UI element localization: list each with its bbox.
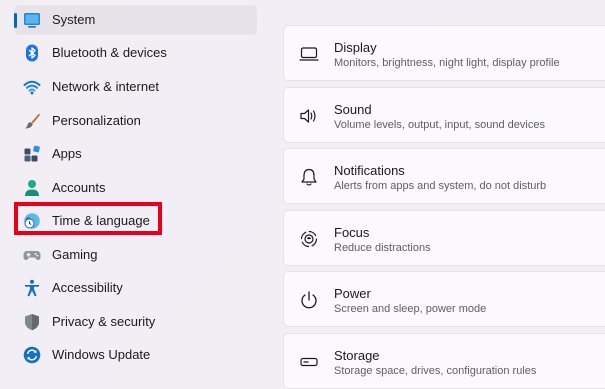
card-description: Storage space, drives, configuration rul… — [334, 365, 537, 377]
card-title: Storage — [334, 348, 380, 363]
settings-card-storage[interactable]: Storage Storage space, drives, configura… — [283, 333, 605, 389]
selection-indicator — [14, 13, 17, 28]
sidebar-item-label: Bluetooth & devices — [52, 45, 167, 60]
sidebar-item-network-internet[interactable]: Network & internet — [14, 72, 257, 102]
bell-icon — [301, 168, 317, 186]
sidebar-item-gaming[interactable]: Gaming — [14, 240, 257, 270]
brush-icon — [25, 113, 40, 129]
sidebar-item-label: Accounts — [52, 180, 106, 195]
highlight-box — [14, 202, 162, 235]
accessibility-icon — [25, 279, 39, 297]
card-description: Volume levels, output, input, sound devi… — [334, 119, 545, 131]
storage-icon — [300, 357, 318, 367]
sidebar-item-label: Network & internet — [52, 79, 159, 94]
focus-icon — [300, 230, 318, 248]
sidebar-item-label: Gaming — [52, 247, 98, 262]
sidebar-item-accounts[interactable]: Accounts — [14, 173, 257, 203]
settings-card-notifications[interactable]: Notifications Alerts from apps and syste… — [283, 148, 605, 204]
sidebar-item-bluetooth-devices[interactable]: Bluetooth & devices — [14, 38, 257, 68]
card-title: Display — [334, 40, 377, 55]
sidebar-item-label: Windows Update — [52, 347, 151, 362]
power-icon — [301, 291, 317, 309]
sidebar-nav: System Bluetooth & devices Network & int… — [0, 0, 270, 389]
card-title: Power — [334, 286, 371, 301]
card-description: Monitors, brightness, night light, displ… — [334, 57, 560, 69]
card-title: Notifications — [334, 163, 405, 178]
card-description: Screen and sleep, power mode — [334, 303, 487, 315]
card-description: Alerts from apps and system, do not dist… — [334, 180, 547, 192]
display-icon — [299, 47, 319, 61]
apps-icon — [24, 145, 40, 162]
sidebar-item-personalization[interactable]: Personalization — [14, 106, 257, 136]
sync-icon — [23, 346, 41, 364]
sidebar-item-label: Personalization — [52, 113, 141, 128]
card-description: Reduce distractions — [334, 242, 431, 254]
gamepad-icon — [23, 251, 41, 260]
sidebar-item-label: Apps — [52, 146, 82, 161]
sidebar-item-label: Privacy & security — [52, 314, 156, 329]
shield-icon — [25, 314, 39, 331]
sidebar-item-apps[interactable]: Apps — [14, 139, 257, 169]
sidebar-item-label: Accessibility — [52, 280, 123, 295]
settings-card-power[interactable]: Power Screen and sleep, power mode — [283, 271, 605, 327]
sidebar-item-label: System — [52, 12, 96, 27]
settings-card-focus[interactable]: Focus Reduce distractions — [283, 210, 605, 266]
bluetooth-icon — [26, 44, 38, 62]
sidebar-item-privacy-security[interactable]: Privacy & security — [14, 307, 257, 337]
person-icon — [25, 180, 39, 196]
sidebar-item-windows-update[interactable]: Windows Update — [14, 340, 257, 370]
settings-card-display[interactable]: Display Monitors, brightness, night ligh… — [283, 25, 605, 81]
wifi-icon — [23, 80, 41, 95]
monitor-icon — [24, 13, 40, 28]
sidebar-item-accessibility[interactable]: Accessibility — [14, 273, 257, 303]
speaker-icon — [300, 109, 316, 123]
settings-card-sound[interactable]: Sound Volume levels, output, input, soun… — [283, 87, 605, 143]
card-title: Focus — [334, 225, 370, 240]
card-title: Sound — [334, 102, 372, 117]
sidebar-item-system[interactable]: System — [14, 5, 257, 35]
